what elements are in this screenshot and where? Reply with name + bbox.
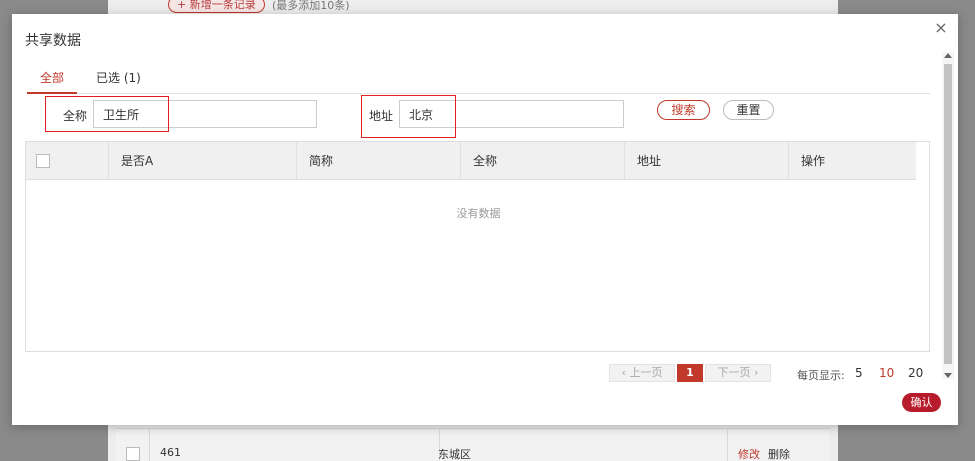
row-checkbox[interactable] <box>126 447 140 461</box>
tab-selected[interactable]: 已选 (1) <box>96 70 141 94</box>
data-table: 是否A 简称 全称 地址 操作 没有数据 <box>25 141 930 352</box>
row-edit-link[interactable]: 修改 <box>738 446 760 461</box>
page-size-10[interactable]: 10 <box>879 366 894 380</box>
modal-title: 共享数据 <box>25 33 81 49</box>
scroll-down-icon[interactable] <box>944 373 952 378</box>
modal-scrollbar[interactable] <box>942 52 954 379</box>
share-data-modal: 共享数据 × 全部 已选 (1) 全称 地址 搜索 重置 是否A 简称 全称 地… <box>12 14 958 425</box>
column-header-is-a: 是否A <box>109 142 297 180</box>
row-delete-link[interactable]: 删除 <box>768 446 790 461</box>
tab-bar: 全部 已选 (1) <box>27 70 930 94</box>
add-record-hint: (最多添加10条) <box>272 0 350 12</box>
row-district: 东城区 <box>438 448 471 461</box>
page-button-current[interactable]: 1 <box>677 364 703 382</box>
close-icon[interactable]: × <box>933 20 949 36</box>
search-button[interactable]: 搜索 <box>657 100 710 120</box>
address-highlight <box>361 95 456 138</box>
column-header-short-name: 简称 <box>297 142 461 180</box>
row-checkbox-cell <box>116 429 150 461</box>
column-header-actions: 操作 <box>801 154 826 168</box>
column-header-full-name: 全称 <box>461 142 625 180</box>
row-id-cell: 461 <box>150 429 440 461</box>
empty-state-text: 没有数据 <box>456 207 501 220</box>
prev-page-button[interactable]: ‹ 上一页 <box>609 364 675 382</box>
scroll-up-icon[interactable] <box>944 53 952 58</box>
header-checkbox-cell <box>26 142 109 180</box>
page-size-5[interactable]: 5 <box>855 366 863 380</box>
row-id: 461 <box>160 446 181 459</box>
add-record-button[interactable]: + 新增一条记录 <box>168 0 265 13</box>
page-size-label: 每页显示: <box>797 369 845 382</box>
fullname-highlight <box>45 96 169 132</box>
next-page-button[interactable]: 下一页 › <box>705 364 771 382</box>
row-district-cell: 东城区 <box>438 429 728 461</box>
reset-button[interactable]: 重置 <box>723 100 774 120</box>
scrollbar-thumb[interactable] <box>944 64 952 364</box>
table-row: 461 东城区 修改 删除 <box>116 428 830 461</box>
confirm-button[interactable]: 确认 <box>902 393 941 412</box>
tab-all[interactable]: 全部 <box>27 70 77 94</box>
column-header-address: 地址 <box>625 142 789 180</box>
table-header: 是否A 简称 全称 地址 操作 <box>26 142 916 180</box>
page-size-20[interactable]: 20 <box>908 366 923 380</box>
select-all-checkbox[interactable] <box>36 154 50 168</box>
